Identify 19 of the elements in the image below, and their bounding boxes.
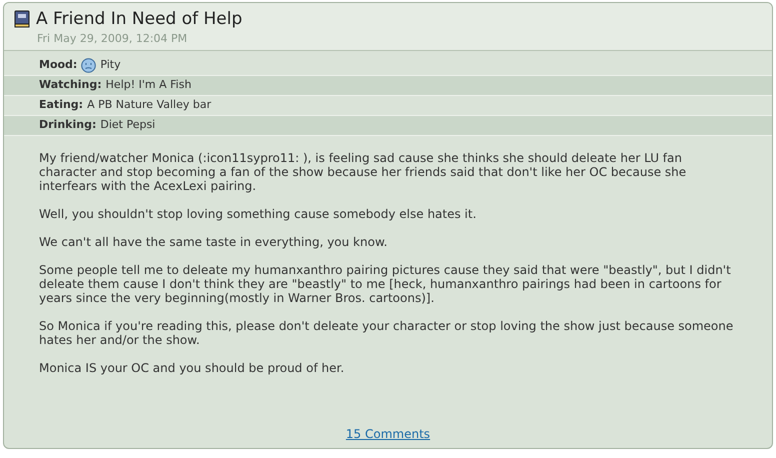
detail-value: Help! I'm A Fish bbox=[106, 77, 192, 94]
detail-label: Eating: bbox=[39, 97, 84, 114]
entry-paragraph: So Monica if you're reading this, please don't deleate your character or stop loving the show just because someone hates her and/or the show. bbox=[39, 319, 734, 347]
detail-label: Drinking: bbox=[39, 117, 96, 134]
entry-paragraph: My friend/watcher Monica (:icon11sypro11: ), is feeling sad cause she thinks she should deleate her LU fan character and stop becoming a fan of the show because her friends said that don't like her OC because she interfears with the AcexLexi pairing. bbox=[39, 151, 688, 193]
entry-paragraph: Monica IS your OC and you should be proud of her. bbox=[39, 361, 346, 375]
entry-paragraph: Some people tell me to deleate my humanxanthro pairing pictures cause they said that were "beastly", but I didn't deleate them cause I don't think they are "beastly" to me [heck, humanxanthro pairings had been in cartoons for years since the very beginning(mostly in Warner Bros. cartoons)]. bbox=[39, 263, 732, 305]
entry-paragraph: We can't all have the same taste in everything, you know. bbox=[39, 235, 388, 249]
detail-label: Watching: bbox=[39, 77, 102, 94]
comments-link[interactable]: 15 Comments bbox=[346, 425, 430, 443]
detail-value: Diet Pepsi bbox=[100, 117, 156, 134]
entry-paragraph: Well, you shouldn't stop loving something cause somebody else hates it. bbox=[39, 207, 478, 221]
mood-face-icon bbox=[81, 58, 96, 73]
journal-book-icon bbox=[13, 10, 31, 28]
entry-title: A Friend In Need of Help bbox=[36, 9, 242, 29]
detail-value: Pity bbox=[100, 57, 121, 74]
detail-value: A PB Nature Valley bar bbox=[87, 97, 212, 114]
detail-label: Mood: bbox=[39, 57, 78, 74]
entry-date: Fri May 29, 2009, 12:04 PM bbox=[37, 31, 188, 47]
